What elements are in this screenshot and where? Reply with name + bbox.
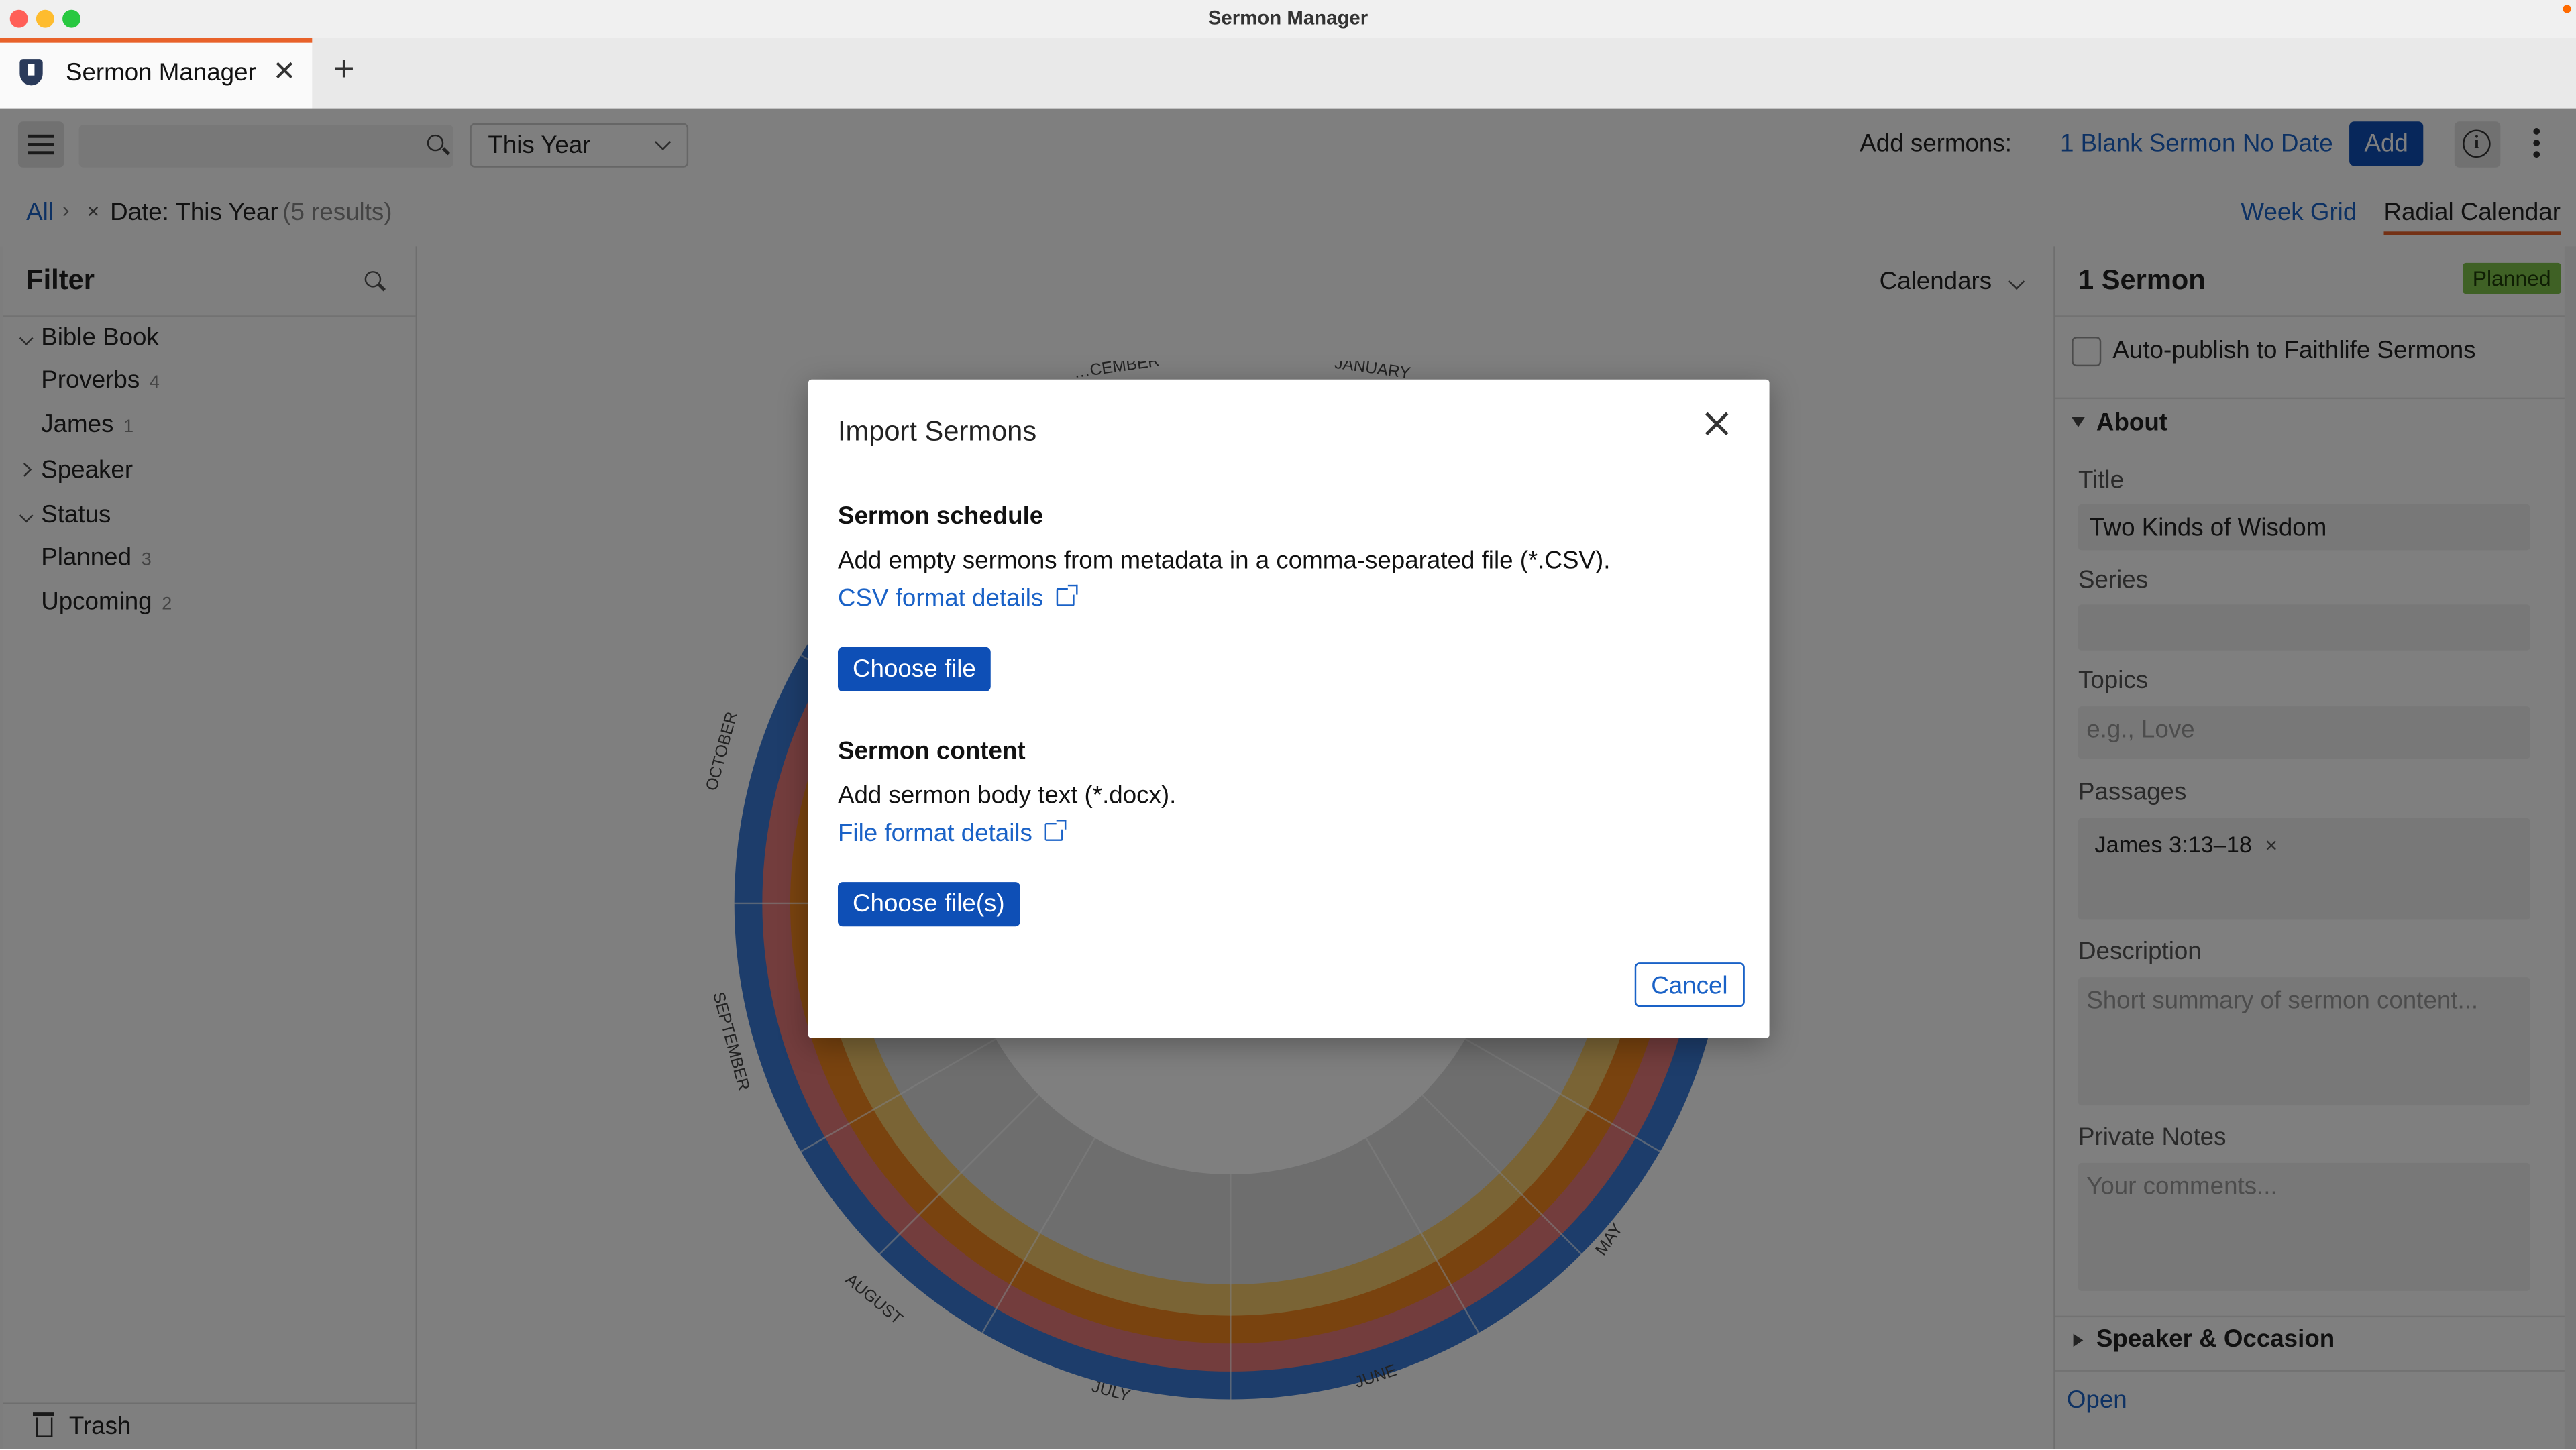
import-sermons-dialog: Import Sermons Sermon schedule Add empty… xyxy=(808,379,1770,1038)
notification-dot xyxy=(2563,5,2571,13)
sermon-schedule-heading: Sermon schedule xyxy=(837,502,1044,531)
tab-sermon-manager[interactable]: Sermon Manager ✕ xyxy=(0,38,313,109)
close-icon[interactable] xyxy=(1701,407,1733,440)
file-format-details-link[interactable]: File format details xyxy=(837,820,1067,848)
external-link-icon xyxy=(1045,820,1067,841)
sermon-manager-icon xyxy=(19,59,43,86)
tab-bar: Sermon Manager ✕ + xyxy=(0,38,2576,111)
dialog-title: Import Sermons xyxy=(837,415,1037,447)
window-titlebar: Sermon Manager xyxy=(0,0,2576,40)
file-format-link-text: File format details xyxy=(837,820,1032,848)
external-link-icon xyxy=(1056,584,1078,606)
close-tab-icon[interactable]: ✕ xyxy=(273,56,297,89)
csv-format-details-link[interactable]: CSV format details xyxy=(837,584,1078,613)
csv-format-link-text: CSV format details xyxy=(837,584,1044,613)
sermon-content-description: Add sermon body text (*.docx). xyxy=(837,781,1177,810)
tab-label: Sermon Manager xyxy=(65,59,256,87)
sermon-schedule-description: Add empty sermons from metadata in a com… xyxy=(837,547,1611,575)
new-tab-icon[interactable]: + xyxy=(333,48,354,91)
app-root: Sermon Manager Sermon Manager ✕ + This Y… xyxy=(0,0,2576,1449)
cancel-button[interactable]: Cancel xyxy=(1634,962,1745,1007)
choose-file-button[interactable]: Choose file xyxy=(837,647,991,692)
choose-files-button[interactable]: Choose file(s) xyxy=(837,882,1020,927)
sermon-content-heading: Sermon content xyxy=(837,737,1026,766)
window-title: Sermon Manager xyxy=(1208,6,1368,30)
